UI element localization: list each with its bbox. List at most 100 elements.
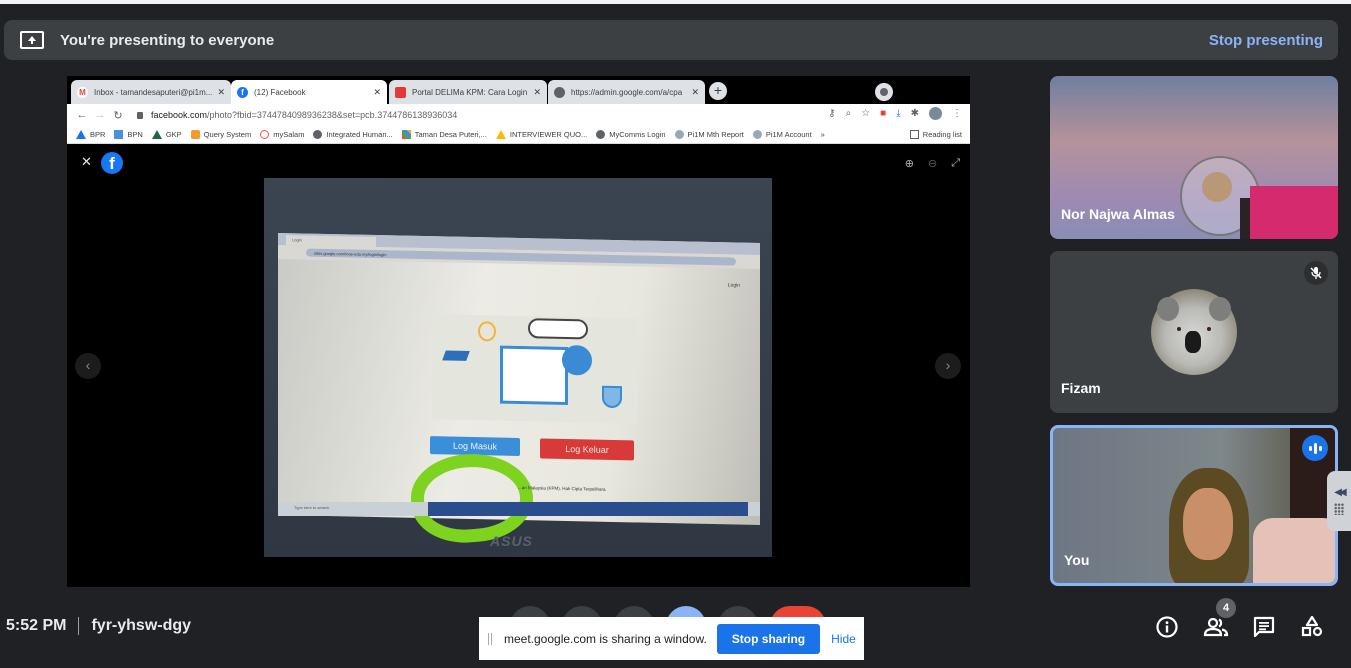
share-notice-message: meet.google.com is sharing a window. (504, 631, 707, 646)
bookmark-item[interactable]: Integrated Human... (313, 130, 393, 139)
avatar (1151, 289, 1237, 375)
bookmark-item[interactable]: mySalam (260, 130, 304, 139)
participant-tile[interactable]: Nor Najwa Almas (1050, 76, 1338, 239)
drive-icon (76, 130, 86, 139)
participant-tile[interactable]: Fizam (1050, 251, 1338, 413)
close-tab-icon[interactable]: ✕ (373, 87, 381, 98)
browser-tab-admin[interactable]: https://admin.google.com/a/cpa ✕ (548, 80, 705, 104)
close-viewer-icon[interactable]: ✕ (81, 154, 92, 170)
address-bar[interactable]: facebook.com/photo?fbid=3744784098936238… (137, 110, 457, 120)
chat-button[interactable] (1251, 614, 1277, 640)
participant-name: Nor Najwa Almas (1061, 206, 1175, 222)
zoom-icon[interactable]: ⌕ (846, 108, 852, 119)
facebook-logo[interactable]: f (101, 152, 123, 174)
download-icon[interactable]: ⤓ (896, 108, 900, 119)
puzzle-icon[interactable]: ✱ (911, 108, 919, 119)
meeting-details-button[interactable] (1154, 614, 1180, 640)
media-control-icon[interactable] (875, 83, 893, 101)
site-icon (674, 130, 684, 139)
site-icon (752, 130, 762, 139)
bookmark-label: INTERVIEWER QUO... (509, 130, 588, 139)
info-icon (1156, 616, 1178, 638)
presenting-message: You're presenting to everyone (60, 31, 275, 49)
menu-icon[interactable]: ⋮ (952, 108, 962, 119)
mic-off-icon (1304, 261, 1328, 285)
participant-name: Fizam (1061, 380, 1101, 396)
people-icon (1203, 617, 1229, 637)
side-panel-handle[interactable]: ◀◀ (1327, 471, 1351, 531)
present-screen-icon (20, 31, 44, 49)
bookmark-item[interactable]: GKP (151, 130, 182, 139)
photo-taskbar-search: Type here to search (294, 505, 330, 510)
participant-tile-self[interactable]: You (1050, 425, 1338, 586)
current-time: 5:52 PM (6, 617, 67, 634)
reading-list-button[interactable]: Reading list (909, 130, 962, 139)
key-icon[interactable]: ⚷ (828, 108, 835, 119)
bookmark-item[interactable]: Query System (190, 130, 252, 139)
screen-share-notice: meet.google.com is sharing a window. Sto… (479, 617, 864, 660)
drag-handle-icon[interactable] (488, 632, 492, 645)
previous-photo-button[interactable]: ‹ (75, 353, 101, 379)
joomla-icon (401, 130, 411, 139)
bookmark-item[interactable]: Pi1M Mth Report (674, 130, 744, 139)
fullscreen-icon[interactable]: ⤢ (951, 157, 960, 170)
new-tab-button[interactable]: + (709, 82, 727, 100)
star-icon[interactable]: ☆ (861, 108, 870, 119)
activities-button[interactable] (1299, 614, 1325, 640)
photo-viewer: ✕ f ⊕ ⊖ ⤢ ‹ › Login sites.google.com/moe… (67, 144, 970, 587)
bookmark-item[interactable]: INTERVIEWER QUO... (495, 130, 588, 139)
bookmark-label: Taman Desa Puteri,... (414, 130, 487, 139)
laptop-brand: ASUS (490, 533, 533, 549)
participant-name: You (1064, 552, 1090, 568)
meeting-info: 5:52 PM fyr-yhsw-dgy (6, 617, 191, 635)
close-tab-icon[interactable]: ✕ (217, 87, 225, 98)
globe-icon (313, 130, 323, 139)
tab-title: https://admin.google.com/a/cpa (571, 87, 683, 97)
heart-icon (260, 130, 270, 139)
extension-icon[interactable]: ■ (880, 108, 886, 119)
zoom-out-icon[interactable]: ⊖ (928, 157, 937, 170)
collapse-icon: ◀◀ (1334, 487, 1347, 498)
drive-icon (151, 130, 162, 139)
next-photo-button[interactable]: › (935, 353, 961, 379)
url-host: facebook.com (151, 110, 208, 120)
close-tab-icon[interactable]: ✕ (691, 87, 699, 98)
facebook-icon: f (237, 86, 248, 98)
reading-list-icon (909, 130, 919, 139)
browser-tab-gmail[interactable]: M Inbox - tamandesaputeri@pi1m... ✕ (71, 80, 231, 104)
bookmark-label: GKP (165, 130, 182, 139)
browser-tab-portal[interactable]: Portal DELIMa KPM: Cara Login ( ✕ (389, 80, 547, 104)
bookmark-item[interactable]: Pi1M Account (752, 130, 812, 139)
browser-tab-facebook[interactable]: f (12) Facebook ✕ (231, 80, 387, 104)
bookmark-label: MyComms Login (609, 130, 666, 139)
drag-grip-icon (1334, 503, 1344, 515)
stop-sharing-button[interactable]: Stop sharing (716, 623, 821, 654)
stop-presenting-button[interactable]: Stop presenting (1209, 32, 1323, 49)
zoom-in-icon[interactable]: ⊕ (905, 157, 914, 170)
bookmark-label: Query System (203, 130, 252, 139)
hide-notice-button[interactable]: Hide (831, 632, 856, 646)
browser-toolbar: ← → ↻ facebook.com/photo?fbid=3744784098… (67, 104, 970, 126)
bookmark-item[interactable]: MyComms Login (596, 130, 666, 139)
lock-icon (137, 111, 143, 119)
reload-icon[interactable]: ↻ (109, 109, 127, 122)
close-tab-icon[interactable]: ✕ (533, 87, 541, 98)
bookmark-label: Pi1M Mth Report (687, 130, 744, 139)
globe-icon (554, 86, 565, 98)
overflow-label: » (820, 130, 825, 139)
url-path: /photo?fbid=3744784098936238&set=pcb.374… (207, 110, 458, 120)
bookmark-item[interactable]: BPN (114, 130, 143, 139)
profile-avatar[interactable] (929, 107, 942, 120)
back-icon[interactable]: ← (73, 109, 91, 121)
meeting-code: fyr-yhsw-dgy (91, 617, 192, 634)
bookmarks-overflow-button[interactable]: » (821, 130, 825, 139)
shared-screen: M Inbox - tamandesaputeri@pi1m... ✕ f (1… (67, 76, 970, 587)
bookmark-item[interactable]: BPR (76, 130, 105, 139)
bookmark-item[interactable]: Taman Desa Puteri,... (401, 130, 487, 139)
forward-icon[interactable]: → (91, 109, 109, 121)
photo-log-masuk-button: Log Masuk (430, 436, 520, 457)
tab-title: Portal DELIMa KPM: Cara Login ( (412, 87, 530, 97)
globe-icon (596, 130, 606, 139)
photo-taskbar: Type here to search (278, 502, 760, 516)
tab-title: (12) Facebook (254, 87, 306, 97)
